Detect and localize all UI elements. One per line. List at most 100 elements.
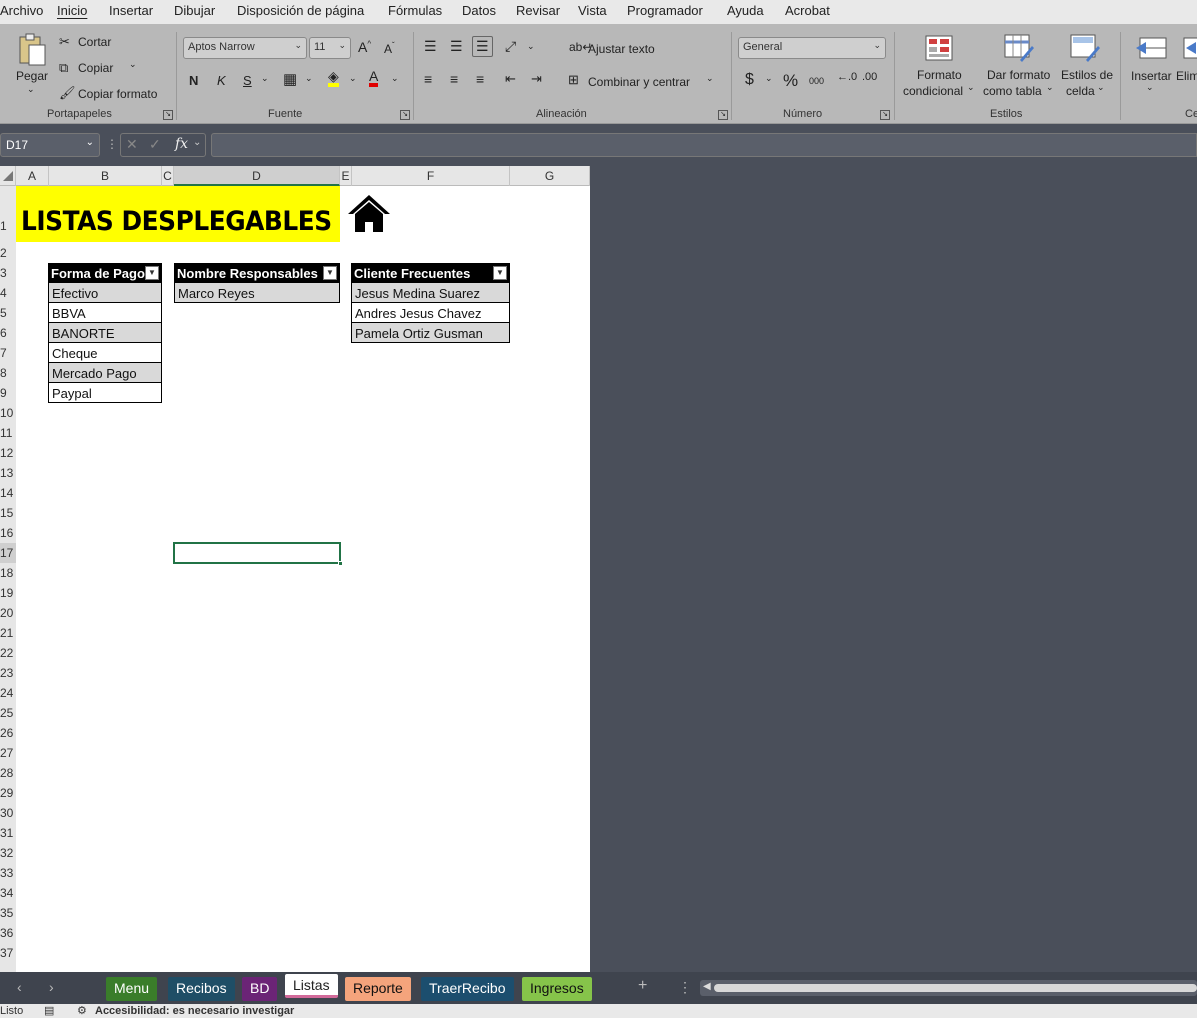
column-header-e[interactable]: E <box>340 166 352 186</box>
table-row[interactable]: BBVA <box>48 303 162 323</box>
menu-revisar[interactable]: Revisar <box>516 3 560 18</box>
fill-color-icon[interactable]: ◈ <box>328 69 339 87</box>
title-cell[interactable]: LISTAS DESPLEGABLES <box>16 186 340 242</box>
row-header[interactable]: 2 <box>0 243 16 263</box>
number-format-select[interactable]: General ⌄ <box>738 37 886 59</box>
conditional-format-label-1[interactable]: Formato <box>917 68 962 82</box>
table-row[interactable]: Paypal <box>48 383 162 403</box>
column-header-f[interactable]: F <box>352 166 510 186</box>
cell-styles-label-2[interactable]: celda <box>1066 84 1095 98</box>
column-header-b[interactable]: B <box>49 166 162 186</box>
row-header[interactable]: 7 <box>0 343 16 363</box>
underline-button[interactable]: S <box>243 73 252 88</box>
add-sheet-icon[interactable]: + <box>638 977 647 995</box>
row-header[interactable]: 4 <box>0 283 16 303</box>
row-header[interactable]: 12 <box>0 443 16 463</box>
increase-indent-icon[interactable]: ⇥ <box>531 71 542 87</box>
row-header[interactable]: 25 <box>0 703 16 723</box>
macro-record-icon[interactable]: ▤ <box>44 1004 54 1017</box>
row-header[interactable]: 18 <box>0 563 16 583</box>
font-family-select[interactable]: Aptos Narrow ⌄ <box>183 37 307 59</box>
format-painter-button[interactable]: Copiar formato <box>78 87 157 101</box>
tab-ingresos[interactable]: Ingresos <box>522 977 592 1001</box>
menu-insertar[interactable]: Insertar <box>109 3 153 18</box>
tab-menu[interactable]: Menu <box>106 977 158 1001</box>
row-header[interactable]: 28 <box>0 763 16 783</box>
menu-dibujar[interactable]: Dibujar <box>174 3 215 18</box>
row-header[interactable]: 30 <box>0 803 16 823</box>
scrollbar-thumb[interactable] <box>714 984 1197 992</box>
enter-icon[interactable]: ✓ <box>149 136 161 153</box>
merge-center-button[interactable]: Combinar y centrar <box>588 75 690 89</box>
font-launcher-icon[interactable]: ↘ <box>400 110 410 120</box>
format-as-table-label-1[interactable]: Dar formato <box>987 68 1050 82</box>
row-header[interactable]: 31 <box>0 823 16 843</box>
table-row[interactable]: BANORTE <box>48 323 162 343</box>
alignment-launcher-icon[interactable]: ↘ <box>718 110 728 120</box>
decrease-decimal-icon[interactable]: .00 <box>862 71 877 83</box>
tab-reporte[interactable]: Reporte <box>345 977 411 1001</box>
menu-acrobat[interactable]: Acrobat <box>785 3 830 18</box>
table-row[interactable]: Marco Reyes <box>174 283 340 303</box>
cut-button[interactable]: Cortar <box>78 35 111 49</box>
fill-dropdown-icon[interactable]: ⌄ <box>349 73 357 84</box>
format-painter-icon[interactable]: 🖌 <box>59 85 76 101</box>
currency-dropdown-icon[interactable]: ⌄ <box>765 73 773 84</box>
menu-ayuda[interactable]: Ayuda <box>727 3 764 18</box>
delete-cells-icon[interactable] <box>1182 36 1197 60</box>
fill-handle[interactable] <box>338 561 343 566</box>
row-header[interactable]: 3 <box>0 263 16 283</box>
cancel-icon[interactable]: ✕ <box>126 136 138 153</box>
menu-programador[interactable]: Programador <box>627 3 703 18</box>
menu-archivo[interactable]: Archivo <box>0 3 43 18</box>
row-header[interactable]: 34 <box>0 883 16 903</box>
row-header[interactable]: 17 <box>0 543 16 563</box>
paste-icon[interactable] <box>16 32 48 68</box>
menu-disposicion[interactable]: Disposición de página <box>237 3 364 18</box>
table-row[interactable]: Jesus Medina Suarez <box>351 283 510 303</box>
filter-dropdown-icon[interactable]: ▼ <box>493 266 507 280</box>
format-as-table-icon[interactable] <box>1004 34 1034 62</box>
orientation-icon[interactable]: ⤢ <box>505 38 516 55</box>
row-header[interactable]: 1 <box>0 186 16 243</box>
chevron-left-icon[interactable]: ‹ <box>17 979 22 995</box>
table-row[interactable]: Cheque <box>48 343 162 363</box>
copy-button[interactable]: Copiar <box>78 61 113 75</box>
table-row[interactable]: Pamela Ortiz Gusman <box>351 323 510 343</box>
row-header[interactable]: 9 <box>0 383 16 403</box>
row-header[interactable]: 8 <box>0 363 16 383</box>
row-header[interactable]: 13 <box>0 463 16 483</box>
clipboard-launcher-icon[interactable]: ↘ <box>163 110 173 120</box>
merge-center-icon[interactable]: ⊞ <box>568 72 579 88</box>
column-header-d[interactable]: D <box>174 166 340 186</box>
tab-traerrecibo[interactable]: TraerRecibo <box>421 977 514 1001</box>
formula-input[interactable] <box>211 133 1197 157</box>
row-header[interactable]: 22 <box>0 643 16 663</box>
bold-button[interactable]: N <box>189 73 198 88</box>
tab-listas[interactable]: Listas <box>285 974 338 998</box>
row-header[interactable]: 16 <box>0 523 16 543</box>
paste-button[interactable]: Pegar <box>16 69 48 83</box>
row-header[interactable]: 5 <box>0 303 16 323</box>
table-row[interactable]: Andres Jesus Chavez <box>351 303 510 323</box>
increase-decimal-icon[interactable]: ←.0 <box>837 71 857 83</box>
table-row[interactable]: Mercado Pago <box>48 363 162 383</box>
underline-dropdown-icon[interactable]: ⌄ <box>261 73 269 84</box>
row-header[interactable]: 23 <box>0 663 16 683</box>
row-header[interactable]: 21 <box>0 623 16 643</box>
tab-bd[interactable]: BD <box>242 977 278 1001</box>
column-header-a[interactable]: A <box>16 166 49 186</box>
filter-dropdown-icon[interactable]: ▼ <box>323 266 337 280</box>
copy-dropdown-icon[interactable]: ⌄ <box>129 59 137 70</box>
align-middle-icon[interactable]: ☰ <box>450 38 463 55</box>
menu-formulas[interactable]: Fórmulas <box>388 3 442 18</box>
percent-button[interactable]: % <box>783 71 798 91</box>
cell-styles-label-1[interactable]: Estilos de <box>1061 68 1113 82</box>
row-header[interactable]: 20 <box>0 603 16 623</box>
align-bottom-icon[interactable]: ☰ <box>472 36 493 57</box>
select-all-corner[interactable] <box>0 166 16 186</box>
row-header[interactable]: 36 <box>0 923 16 943</box>
delete-cells-button[interactable]: Elim <box>1176 69 1197 83</box>
column-header-c[interactable]: C <box>162 166 174 186</box>
merge-dropdown-icon[interactable]: ⌄ <box>706 73 714 84</box>
